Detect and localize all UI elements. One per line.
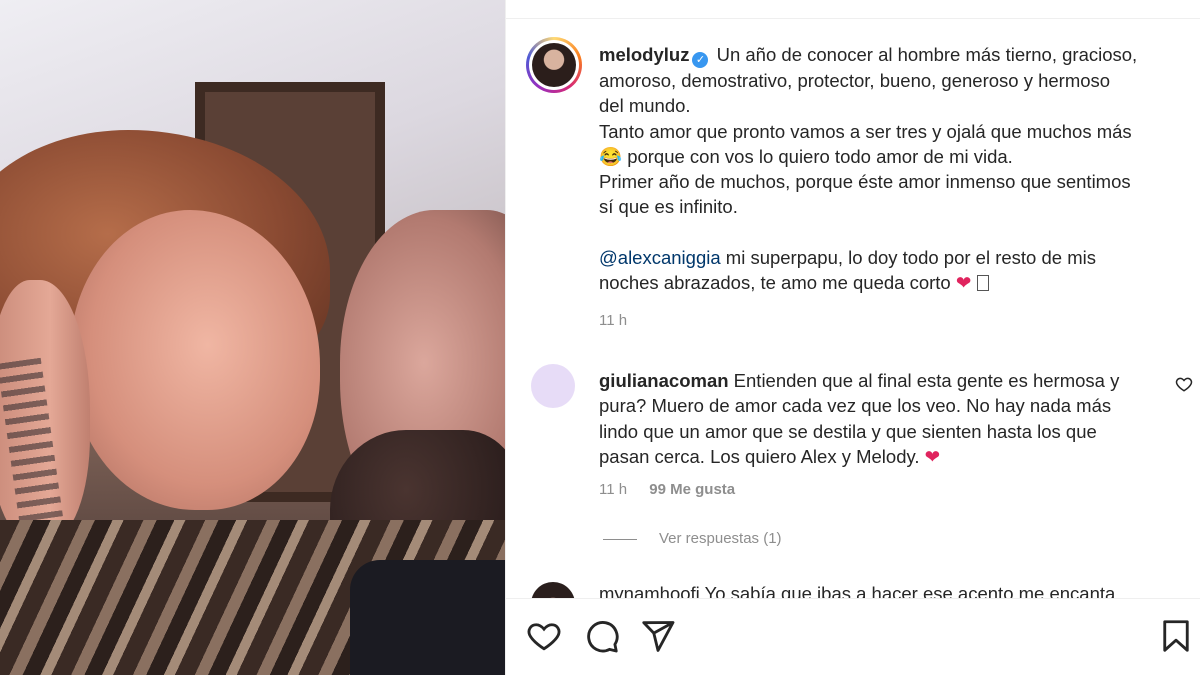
comment-likes[interactable]: 99 Me gusta xyxy=(649,481,735,498)
comment-line-2: pura? Muero de amor cada vez que los veo… xyxy=(599,395,1112,417)
post-photo xyxy=(0,0,505,675)
paper-plane-icon[interactable] xyxy=(640,618,676,654)
laughing-emoji-icon: 😂 xyxy=(599,145,623,167)
caption-line-7: sí que es infinito. xyxy=(599,196,738,218)
next-commenter-avatar[interactable] xyxy=(531,582,575,598)
caption-mention-text-2: noches abrazados, te amo me queda corto xyxy=(599,272,956,294)
mention-link[interactable]: @alexcaniggia xyxy=(599,247,721,268)
comment-line-1: Entienden que al final esta gente es her… xyxy=(733,370,1120,391)
comment-meta: 11 h 99 Me gusta xyxy=(599,481,753,498)
author-avatar[interactable] xyxy=(526,37,582,93)
actions-divider xyxy=(506,598,1200,599)
post-side-panel: melodyluz ✓ Un año de conocer al hombre m… xyxy=(505,0,1200,675)
comment-like-heart-icon[interactable] xyxy=(1175,375,1193,393)
comment-heart-emoji-icon: ❤ xyxy=(924,445,941,467)
commenter-username[interactable]: giulianacoman xyxy=(599,370,729,391)
comment-bubble-icon[interactable] xyxy=(584,618,620,654)
heart-emoji-icon: ❤ xyxy=(955,272,972,294)
next-comment-peek: mynamhoofi Yo sabía que ibas a hacer ese… xyxy=(506,580,1200,598)
author-avatar-image xyxy=(532,43,576,87)
comment-timestamp[interactable]: 11 h xyxy=(599,481,627,498)
post-actions-bar xyxy=(506,618,1200,658)
commenter-avatar[interactable] xyxy=(531,364,575,408)
bookmark-icon[interactable] xyxy=(1158,618,1194,654)
post-timestamp[interactable]: 11 h xyxy=(599,312,627,329)
verified-badge-icon: ✓ xyxy=(692,52,709,68)
caption-mention-text-1: mi superpapu, lo doy todo por el resto d… xyxy=(720,247,1096,269)
author-username[interactable]: melodyluz xyxy=(599,44,689,65)
post-caption: melodyluz ✓ Un año de conocer al hombre m… xyxy=(599,42,1179,296)
heart-outline-icon[interactable] xyxy=(526,618,562,654)
comment-line-3: lindo que un amor que se destila y que s… xyxy=(599,420,1097,442)
unknown-glyph-icon xyxy=(976,275,989,292)
photo-shirt-dark xyxy=(350,560,505,675)
view-replies-button[interactable]: Ver respuestas (1) xyxy=(603,530,782,547)
caption-line-5: porque con vos lo quiero todo amor de mi… xyxy=(627,145,1013,167)
caption-line-2: amoroso, demostrativo, protector, bueno,… xyxy=(599,70,1111,91)
panel-top-divider xyxy=(506,18,1200,19)
caption-line-1: Un año de conocer al hombre más tierno, … xyxy=(716,44,1138,65)
comment-text: giulianacoman Entienden que al final est… xyxy=(599,368,1159,469)
caption-line-6: Primer año de muchos, porque éste amor i… xyxy=(599,171,1131,193)
view-replies-label: Ver respuestas (1) xyxy=(659,530,782,547)
comment-line-4: pasan cerca. Los quiero Alex y Melody. xyxy=(599,445,925,467)
caption-line-4: Tanto amor que pronto vamos a ser tres y… xyxy=(599,120,1132,142)
caption-line-3: del mundo. xyxy=(599,95,691,117)
next-comment-text: mynamhoofi Yo sabía que ibas a hacer ese… xyxy=(599,583,1116,598)
replies-line xyxy=(603,538,637,540)
